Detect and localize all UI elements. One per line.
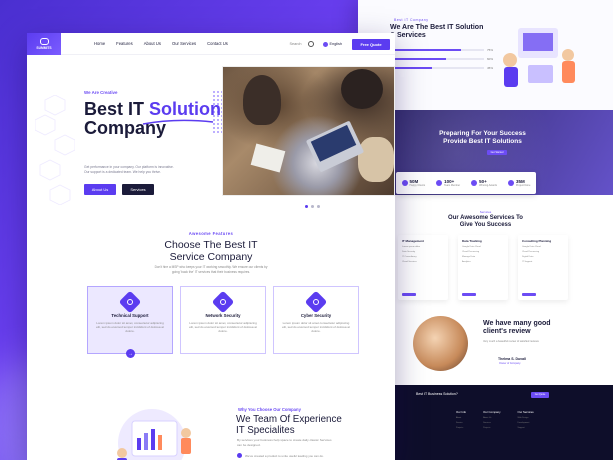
stat-icon [471, 180, 478, 186]
services-kicker: Services [479, 210, 492, 214]
why-kicker: Why You Choose Our Company [238, 407, 301, 412]
testimonial-role: Owner of Company [499, 362, 521, 365]
footer-column: Our Info About Service Projects [456, 410, 467, 429]
footer-quote-button[interactable]: Get Quote [531, 392, 549, 398]
read-more-button[interactable] [522, 293, 536, 296]
hero-kicker: We Are Creative [84, 90, 118, 95]
about-kicker: Best IT Company [394, 18, 429, 22]
features-kicker: Awesome Features [188, 231, 234, 236]
promo-title: Preparing For Your Success Provide Best … [439, 130, 526, 145]
nav-link-home[interactable]: Home [94, 41, 105, 46]
why-title: We Team Of Experience IT Specialites [236, 414, 342, 436]
hero-section: We Are Creative Best IT Solution Company… [27, 55, 395, 235]
testimonial-text: Very much a beautiful review of satisfie… [483, 340, 539, 343]
nav-links: Home Features About Us Our Services Cont… [94, 41, 228, 46]
progress-bar [390, 67, 484, 69]
service-card[interactable]: Consulting Planning Google Data Cloud Cl… [518, 235, 568, 300]
why-bullet: We've created a product to unite useful … [237, 453, 324, 458]
team-illustration [503, 28, 575, 87]
feature-card-technical-support[interactable]: Technical Support Lorem ipsum dolor sit … [87, 286, 173, 358]
stat-icon [436, 180, 443, 186]
features-title: Choose The Best IT Service Company [164, 239, 258, 263]
features-section: Awesome Features Choose The Best IT Serv… [27, 223, 395, 393]
progress-row: 75% [390, 48, 495, 52]
nav-link-about[interactable]: About Us [144, 41, 161, 46]
underline-swoosh [142, 119, 214, 125]
logo[interactable]: SUMMITS [27, 33, 61, 55]
progress-bar [390, 58, 484, 60]
feature-cards: Technical Support Lorem ipsum dolor sit … [87, 286, 359, 358]
shield-icon [304, 290, 328, 314]
feature-card-cyber-security[interactable]: Cyber Security Lorem ipsum dolor sit ame… [273, 286, 359, 354]
stat-item: 35M Project Done [508, 179, 530, 187]
progress-bars: 75% 60% 45% [390, 48, 495, 75]
progress-value: 75% [487, 48, 494, 52]
footer-question: Best IT Business Solution? [416, 392, 458, 396]
carousel-dot[interactable] [311, 205, 314, 208]
progress-row: 60% [390, 57, 495, 61]
nav-actions: Search English Free Quote [290, 33, 395, 55]
navbar: SUMMITS Home Features About Us Our Servi… [27, 33, 395, 55]
why-choose-section: Why You Choose Our Company We Team Of Ex… [27, 393, 395, 460]
services-button[interactable]: Services [122, 184, 154, 195]
dashboard-illustration [117, 409, 191, 460]
hero-team-photo [222, 66, 395, 196]
footer-column: Our Services Web Design Development Supp… [517, 410, 534, 429]
footer-columns: Our Info About Service Projects Our Comp… [456, 410, 534, 432]
get-started-button[interactable]: Get Started [487, 150, 507, 155]
nav-link-features[interactable]: Features [116, 41, 133, 46]
feature-card-network-security[interactable]: Network Security Lorem ipsum dolor sit a… [180, 286, 266, 354]
progress-bar [390, 49, 484, 51]
testimonial-avatar [413, 316, 468, 371]
stats-bar: 50M Happy Clients 100+ Team Member 50+ Winn… [396, 172, 536, 194]
service-card[interactable]: IT Management Lorem ipsum dolor Data Sec… [398, 235, 448, 300]
progress-value: 45% [487, 66, 494, 70]
stat-icon [508, 180, 514, 186]
globe-icon [322, 41, 328, 47]
carousel-pager [305, 205, 320, 208]
stat-item: 50M Happy Clients [401, 179, 425, 187]
support-icon [118, 290, 142, 314]
main-page-preview: SUMMITS Home Features About Us Our Servi… [27, 33, 395, 460]
about-title: We Are The Best IT Solution & Services [390, 24, 484, 39]
read-more-button[interactable] [402, 293, 416, 296]
services-title: Our Awesome Services To Give You Success [448, 215, 523, 228]
progress-value: 60% [487, 57, 494, 61]
cloud-icon [39, 37, 49, 45]
service-card[interactable]: Data Tracking Google Data Cloud Cloud Pr… [458, 235, 508, 300]
hexagon-decoration [35, 95, 75, 205]
why-description: By services your business help space to … [237, 438, 332, 447]
nav-link-services[interactable]: Our Services [172, 41, 196, 46]
network-icon [211, 290, 235, 314]
features-description: Don't hire a MSP who keeps your IT worki… [154, 265, 268, 274]
read-more-button[interactable] [462, 293, 476, 296]
carousel-dot[interactable] [305, 205, 308, 208]
secondary-page-preview: Best IT Company We Are The Best IT Solut… [358, 0, 613, 460]
testimonial-name: Thelma S. Duvall [498, 357, 527, 361]
progress-row: 45% [390, 66, 495, 70]
stat-icon [401, 180, 408, 186]
testimonial-title: We have many good client's review [483, 320, 551, 335]
footer-column: Our Company About Us Services Projects [483, 410, 501, 429]
services-cards: IT Management Lorem ipsum dolor Data Sec… [398, 235, 608, 300]
search-icon[interactable] [307, 41, 314, 47]
language-selector[interactable]: English [322, 41, 342, 47]
check-icon [237, 453, 242, 458]
stat-item: 100+ Team Member [436, 179, 460, 187]
search-label[interactable]: Search [290, 42, 302, 46]
hero-description: Get performance in your company. Our pla… [84, 165, 174, 174]
arrow-right-icon[interactable]: → [126, 349, 135, 358]
carousel-dot[interactable] [317, 205, 320, 208]
free-quote-button[interactable]: Free Quote [352, 38, 390, 50]
about-us-button[interactable]: About Us [84, 184, 116, 195]
stat-item: 50+ Winning Awards [471, 179, 497, 187]
nav-link-contact[interactable]: Contact Us [207, 41, 228, 46]
